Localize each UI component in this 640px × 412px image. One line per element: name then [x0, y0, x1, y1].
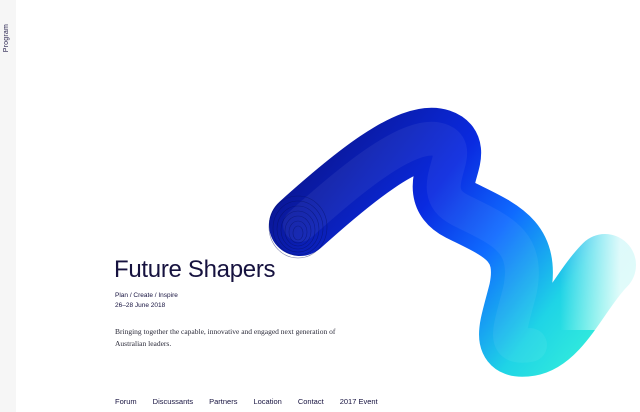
footer-nav-2017-event[interactable]: 2017 Event — [340, 397, 378, 406]
footer-nav-forum[interactable]: Forum — [115, 397, 137, 406]
footer-nav-contact[interactable]: Contact — [298, 397, 324, 406]
page-title: Future Shapers — [114, 256, 276, 283]
hero-description: Bringing together the capable, innovativ… — [115, 327, 336, 348]
footer-nav-discussants[interactable]: Discussants — [153, 397, 193, 406]
page: Program Future Shapers Plan / Create / I… — [0, 0, 640, 412]
footer-nav-location[interactable]: Location — [253, 397, 281, 406]
hero-ribbon-artwork — [268, 107, 640, 377]
footer-nav: Forum Discussants Partners Location Cont… — [115, 397, 378, 406]
footer-nav-partners[interactable]: Partners — [209, 397, 237, 406]
tagline: Plan / Create / Inspire — [115, 292, 178, 299]
event-dates: 26–28 June 2018 — [115, 302, 166, 309]
ribbon-tail-fade — [560, 220, 640, 330]
